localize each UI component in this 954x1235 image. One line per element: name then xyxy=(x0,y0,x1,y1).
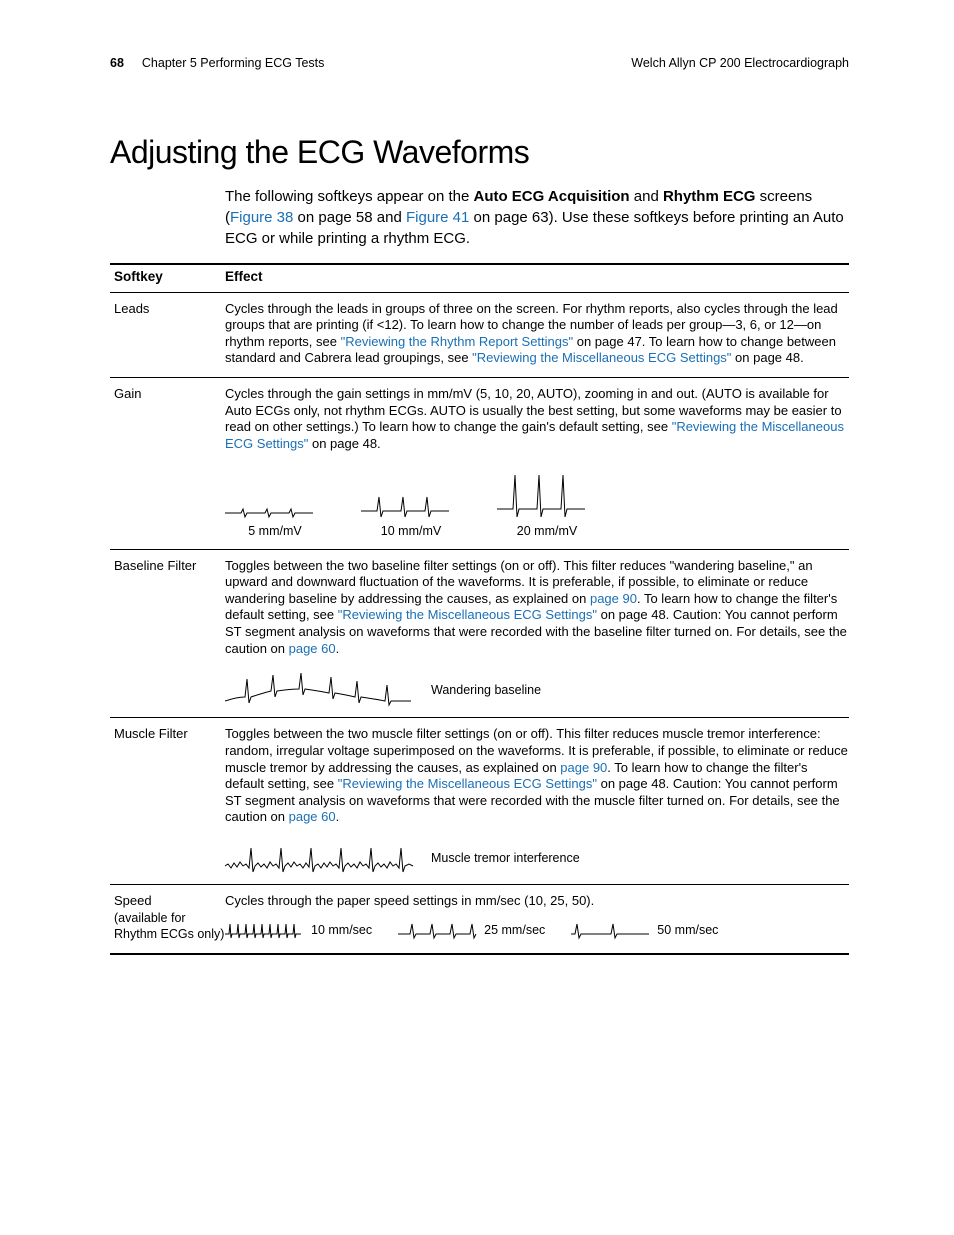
softkey-baseline: Baseline Filter xyxy=(110,549,225,718)
wandering-baseline-label: Wandering baseline xyxy=(431,682,541,698)
gain-5-label: 5 mm/mV xyxy=(248,523,301,539)
effect-speed: Cycles through the paper speed settings … xyxy=(225,885,849,954)
effect-leads: Cycles through the leads in groups of th… xyxy=(225,292,849,378)
speed-50-label: 50 mm/sec xyxy=(657,922,718,938)
row-gain: Gain Cycles through the gain settings in… xyxy=(110,378,849,550)
misc-ecg-settings-link[interactable]: "Reviewing the Miscellaneous ECG Setting… xyxy=(338,607,597,622)
softkey-gain: Gain xyxy=(110,378,225,550)
ecg-wave-5mm-icon xyxy=(225,497,325,519)
col-softkey: Softkey xyxy=(110,264,225,292)
row-baseline-filter: Baseline Filter Toggles between the two … xyxy=(110,549,849,718)
page-header: 68 Chapter 5 Performing ECG Tests Welch A… xyxy=(110,56,849,72)
effect-baseline: Toggles between the two baseline filter … xyxy=(225,549,849,718)
misc-ecg-settings-link[interactable]: "Reviewing the Miscellaneous ECG Setting… xyxy=(472,350,731,365)
gain-10-label: 10 mm/mV xyxy=(381,523,441,539)
figure-38-link[interactable]: Figure 38 xyxy=(230,209,293,226)
softkey-speed: Speed (available for Rhythm ECGs only) xyxy=(110,885,225,954)
speed-25-label: 25 mm/sec xyxy=(484,922,545,938)
effect-muscle: Toggles between the two muscle filter se… xyxy=(225,718,849,885)
misc-ecg-settings-link[interactable]: "Reviewing the Miscellaneous ECG Setting… xyxy=(338,776,597,791)
ecg-wave-10mm-icon xyxy=(361,487,461,519)
speed-25-icon xyxy=(398,920,478,940)
softkey-muscle: Muscle Filter xyxy=(110,718,225,885)
row-muscle-filter: Muscle Filter Toggles between the two mu… xyxy=(110,718,849,885)
page-60-link[interactable]: page 60 xyxy=(289,809,336,824)
softkey-leads: Leads xyxy=(110,292,225,378)
row-speed: Speed (available for Rhythm ECGs only) C… xyxy=(110,885,849,954)
page-number: 68 xyxy=(110,56,124,70)
rhythm-report-settings-link[interactable]: "Reviewing the Rhythm Report Settings" xyxy=(341,334,574,349)
figure-41-link[interactable]: Figure 41 xyxy=(406,209,469,226)
page-60-link[interactable]: page 60 xyxy=(289,641,336,656)
row-leads: Leads Cycles through the leads in groups… xyxy=(110,292,849,378)
speed-50-icon xyxy=(571,920,651,940)
gain-20-label: 20 mm/mV xyxy=(517,523,577,539)
col-effect: Effect xyxy=(225,264,849,292)
intro-paragraph: The following softkeys appear on the Aut… xyxy=(225,186,849,249)
muscle-tremor-icon xyxy=(225,842,415,874)
speed-10-label: 10 mm/sec xyxy=(311,922,372,938)
page-90-link[interactable]: page 90 xyxy=(560,760,607,775)
speed-10-icon xyxy=(225,920,305,940)
softkey-table: Softkey Effect Leads Cycles through the … xyxy=(110,263,849,955)
product-name: Welch Allyn CP 200 Electrocardiograph xyxy=(631,56,849,72)
ecg-wave-20mm-icon xyxy=(497,471,597,519)
page-title: Adjusting the ECG Waveforms xyxy=(110,132,849,172)
page-90-link[interactable]: page 90 xyxy=(590,591,637,606)
wandering-baseline-icon xyxy=(225,673,415,707)
effect-gain: Cycles through the gain settings in mm/m… xyxy=(225,378,849,550)
chapter-title: Chapter 5 Performing ECG Tests xyxy=(142,56,324,70)
muscle-tremor-label: Muscle tremor interference xyxy=(431,850,580,866)
